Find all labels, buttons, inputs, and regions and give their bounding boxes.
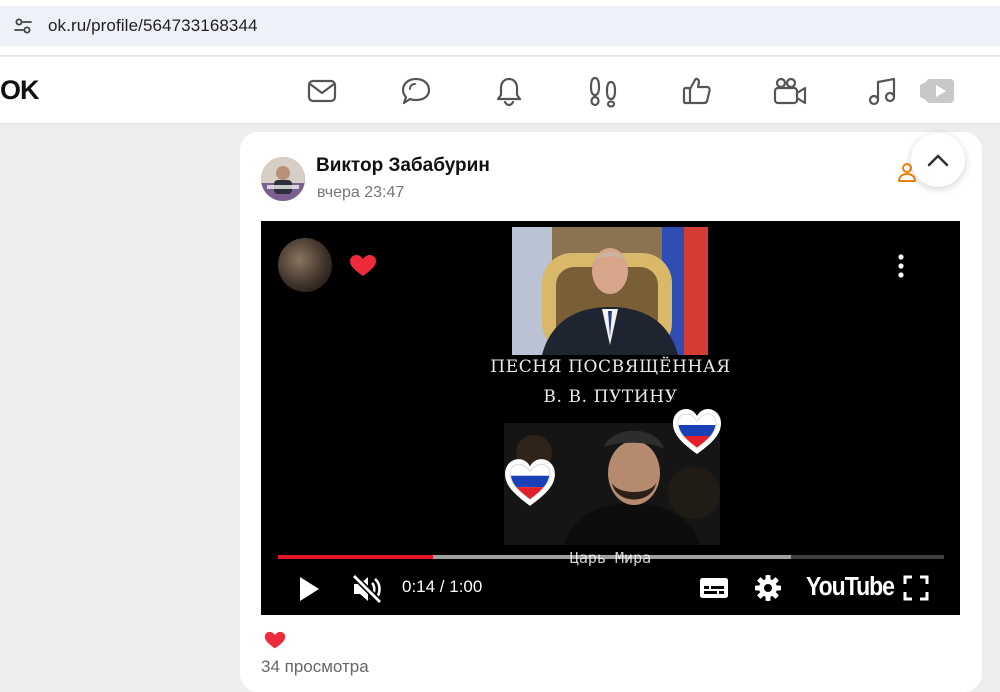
marks-icon[interactable] <box>677 71 717 111</box>
messages-icon[interactable] <box>302 71 342 111</box>
video-progress-bar[interactable] <box>278 555 944 559</box>
subtitles-icon <box>700 578 728 598</box>
play-button[interactable] <box>292 572 326 606</box>
video-frame-portrait <box>512 227 708 355</box>
heart-icon <box>349 254 377 283</box>
discussions-icon[interactable] <box>396 71 436 111</box>
browser-toolbar: ok.ru/profile/564733168344 <box>0 0 1000 56</box>
fullscreen-icon <box>903 575 929 601</box>
subtitles-button[interactable] <box>697 573 731 603</box>
video-showcase-icon[interactable] <box>918 71 958 111</box>
gear-icon <box>755 575 781 601</box>
mute-button[interactable] <box>349 571 385 607</box>
video-caption-line-2: В. В. ПУТИНУ <box>543 387 678 407</box>
scroll-to-top-button[interactable] <box>911 133 965 187</box>
flag-heart-sticker-left <box>503 457 557 514</box>
feed-post-card: Виктор Забабурин вчера 23:47 ПЕСНЯ ПОСВЯ… <box>240 132 982 692</box>
channel-avatar[interactable] <box>278 238 332 292</box>
site-settings-icon[interactable] <box>12 15 34 37</box>
video-time: 0:14 / 1:00 <box>402 577 483 596</box>
post-timestamp[interactable]: вчера 23:47 <box>317 184 404 202</box>
author-avatar[interactable] <box>261 157 305 201</box>
embedded-youtube-video[interactable]: ПЕСНЯ ПОСВЯЩЁННАЯ В. В. ПУТИНУ Царь Мира <box>261 221 960 615</box>
author-name[interactable]: Виктор Забабурин <box>316 155 490 177</box>
notifications-icon[interactable] <box>489 71 529 111</box>
fullscreen-button[interactable] <box>899 571 933 605</box>
like-heart-icon[interactable] <box>264 631 286 655</box>
volume-muted-icon <box>351 574 383 604</box>
views-count: 34 просмотра <box>261 657 369 676</box>
flag-heart-sticker-right <box>671 407 723 462</box>
site-header: OK <box>0 57 1000 123</box>
chevron-up-icon <box>927 154 949 167</box>
address-bar[interactable]: ok.ru/profile/564733168344 <box>0 6 1000 46</box>
youtube-logo[interactable]: YouTube <box>806 571 895 601</box>
progress-played <box>278 555 434 559</box>
settings-button[interactable] <box>751 571 785 605</box>
ok-logo[interactable]: OK <box>0 75 39 106</box>
guests-icon[interactable] <box>583 71 623 111</box>
video-icon[interactable] <box>770 71 810 111</box>
more-options-icon[interactable] <box>897 253 905 284</box>
url-text[interactable]: ok.ru/profile/564733168344 <box>48 16 258 36</box>
music-icon[interactable] <box>862 71 902 111</box>
play-icon <box>300 577 319 601</box>
video-caption-line-1: ПЕСНЯ ПОСВЯЩЁННАЯ <box>490 357 731 377</box>
